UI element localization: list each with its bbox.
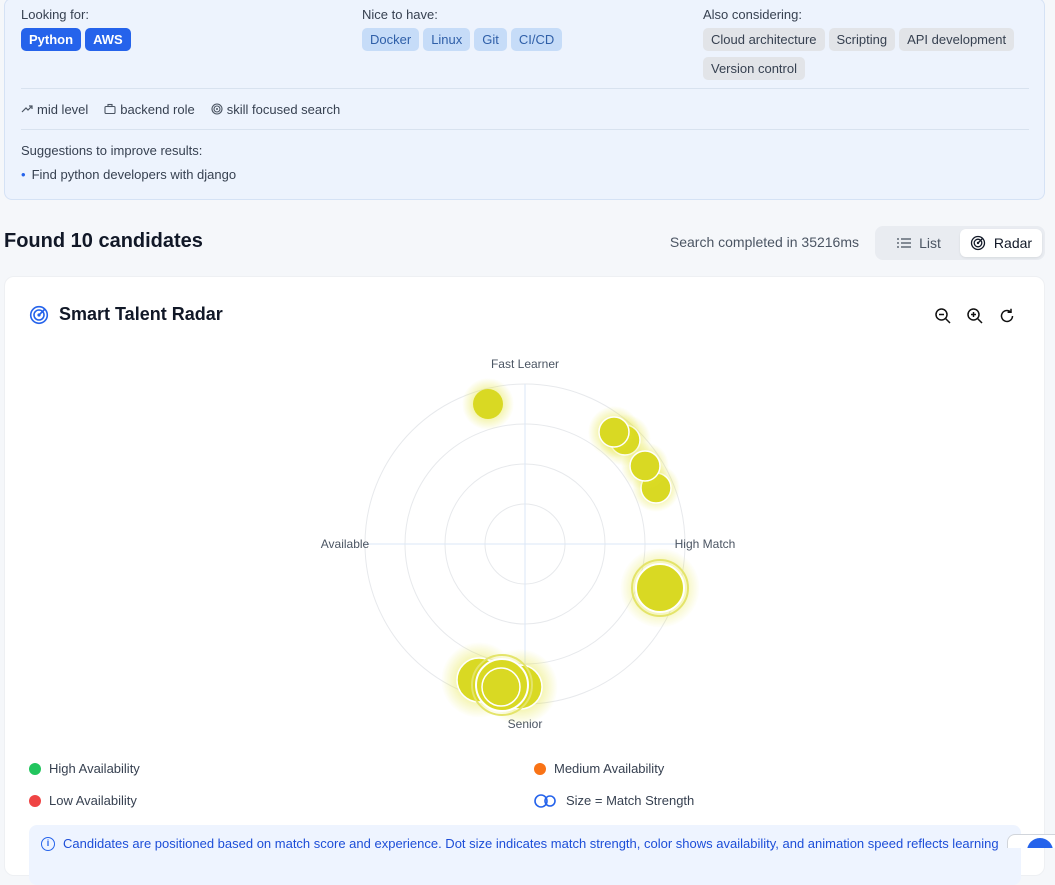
also-considering-label: Also considering: xyxy=(703,7,1023,22)
nice-skill-chip[interactable]: Git xyxy=(474,28,507,51)
meta-level-text: mid level xyxy=(37,102,88,117)
also-skill-chip[interactable]: Scripting xyxy=(829,28,896,51)
looking-for-section: Looking for: Python AWS xyxy=(21,7,131,51)
view-toggle: List Radar xyxy=(875,226,1045,260)
required-skill-chip[interactable]: Python xyxy=(21,28,81,51)
radar-view-label: Radar xyxy=(994,235,1032,251)
axis-label-top: Fast Learner xyxy=(491,357,559,371)
legend-label: High Availability xyxy=(49,761,140,776)
floating-widget-button[interactable] xyxy=(1007,834,1055,848)
briefcase-icon xyxy=(104,103,116,115)
suggestion-item[interactable]: • Find python developers with django xyxy=(21,167,236,182)
also-considering-section: Also considering: Cloud architecture Scr… xyxy=(703,7,1023,80)
green-dot-icon xyxy=(29,763,41,775)
meta-role-text: backend role xyxy=(120,102,194,117)
radar-info-note: i Candidates are positioned based on mat… xyxy=(29,825,1021,885)
suggestions-section: Suggestions to improve results: • Find p… xyxy=(21,143,236,182)
axis-label-right: High Match xyxy=(675,537,736,551)
list-view-button[interactable]: List xyxy=(878,229,960,257)
nice-to-have-label: Nice to have: xyxy=(362,7,562,22)
red-dot-icon xyxy=(29,795,41,807)
suggestion-text: Find python developers with django xyxy=(32,167,237,182)
radar-view-button[interactable]: Radar xyxy=(960,229,1042,257)
nice-to-have-section: Nice to have: Docker Linux Git CI/CD xyxy=(362,7,562,51)
meta-role: backend role xyxy=(104,102,194,117)
size-circles-icon xyxy=(534,794,558,808)
chat-bubble-icon xyxy=(1027,838,1053,848)
trend-up-icon xyxy=(21,103,33,115)
candidate-bubble[interactable] xyxy=(621,442,669,490)
nice-skill-chip[interactable]: Linux xyxy=(423,28,470,51)
nice-skill-chip[interactable]: CI/CD xyxy=(511,28,562,51)
axis-label-left: Available xyxy=(321,537,370,551)
target-icon xyxy=(211,103,223,115)
radar-icon xyxy=(970,235,986,251)
candidate-bubble[interactable] xyxy=(620,548,700,628)
legend-label: Size = Match Strength xyxy=(566,793,694,808)
legend-low-availability: Low Availability xyxy=(29,793,137,808)
bullet-icon: • xyxy=(21,167,26,182)
also-skill-chip[interactable]: API development xyxy=(899,28,1014,51)
legend-size-match: Size = Match Strength xyxy=(534,793,694,808)
search-time: Search completed in 35216ms xyxy=(670,234,859,250)
search-summary-panel: Looking for: Python AWS Nice to have: Do… xyxy=(4,0,1045,200)
looking-for-label: Looking for: xyxy=(21,7,131,22)
meta-focus: skill focused search xyxy=(211,102,340,117)
suggestions-label: Suggestions to improve results: xyxy=(21,143,236,158)
radar-chart: Fast Learner High Match Senior Available xyxy=(5,277,1046,757)
list-icon xyxy=(897,237,911,249)
required-skill-chip[interactable]: AWS xyxy=(85,28,131,51)
meta-focus-text: skill focused search xyxy=(227,102,340,117)
legend-label: Medium Availability xyxy=(554,761,664,776)
orange-dot-icon xyxy=(534,763,546,775)
talent-radar-card: Smart Talent Radar Fast Learner High Mat… xyxy=(4,276,1045,876)
search-meta-row: mid level backend role skill focused sea… xyxy=(21,88,1029,130)
candidate-bubble[interactable] xyxy=(462,378,514,430)
candidate-bubble[interactable] xyxy=(482,668,520,706)
info-icon: i xyxy=(41,837,55,851)
nice-skill-chip[interactable]: Docker xyxy=(362,28,419,51)
results-header: Found 10 candidates Search completed in … xyxy=(4,226,1045,260)
meta-level: mid level xyxy=(21,102,88,117)
list-view-label: List xyxy=(919,235,941,251)
radar-note-text: Candidates are positioned based on match… xyxy=(63,836,999,851)
also-skill-chip[interactable]: Cloud architecture xyxy=(703,28,825,51)
legend-label: Low Availability xyxy=(49,793,137,808)
results-count: Found 10 candidates xyxy=(4,230,203,253)
also-skill-chip[interactable]: Version control xyxy=(703,57,805,80)
legend-high-availability: High Availability xyxy=(29,761,140,776)
legend-medium-availability: Medium Availability xyxy=(534,761,664,776)
